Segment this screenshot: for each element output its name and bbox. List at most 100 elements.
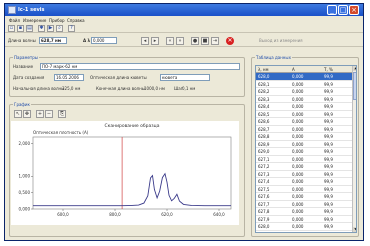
- table-body: 628,0 0,000 99,9 628,1 0,000 99,9 628,2 0,000 99…: [256, 73, 352, 231]
- stop-measurement-icon[interactable]: ✕: [226, 37, 234, 45]
- chart-title: Сканирование образца: [105, 123, 160, 129]
- cell-wavelength: 628,0: [258, 74, 270, 79]
- menu-file[interactable]: Файл: [9, 18, 20, 23]
- rewind-icon[interactable]: «: [166, 37, 174, 45]
- cell-transmittance: 99,9: [324, 164, 333, 169]
- table-row[interactable]: 627,2 0,000 99,9: [256, 163, 352, 171]
- column-wavelength[interactable]: λ, нм: [258, 67, 269, 72]
- menu-device[interactable]: Прибор: [49, 18, 65, 23]
- minimize-icon[interactable]: _: [327, 5, 337, 15]
- maximize-icon[interactable]: □: [338, 5, 348, 15]
- cell-absorbance: 0,000: [292, 141, 304, 147]
- table-row[interactable]: 628,0 0,000 99,9: [256, 223, 352, 231]
- table-row[interactable]: 627,1 0,000 99,9: [256, 156, 352, 163]
- table-row[interactable]: 627,8 0,000 99,9: [256, 208, 352, 216]
- open-icon[interactable]: ▫: [8, 25, 15, 32]
- delta-field[interactable]: 0,000: [91, 37, 117, 44]
- column-absorbance[interactable]: A: [292, 67, 295, 72]
- copy-icon[interactable]: ⎘: [58, 110, 66, 118]
- scroll-thumb[interactable]: [353, 72, 356, 100]
- cell-wavelength: 628,7: [258, 126, 270, 132]
- cell-transmittance: 99,9: [324, 74, 333, 79]
- cell-absorbance: 0,000: [292, 111, 304, 117]
- zoom-in-icon[interactable]: +: [36, 110, 44, 118]
- table-row[interactable]: 627,6 0,000 99,9: [256, 193, 352, 201]
- zoom-icon[interactable]: ⌕: [56, 25, 63, 32]
- help-icon[interactable]: ?: [68, 25, 75, 32]
- export-icon[interactable]: ⇥: [211, 37, 219, 45]
- table-row[interactable]: 629,0 0,000 99,9: [256, 148, 352, 156]
- cursor-icon[interactable]: ↖: [14, 110, 22, 118]
- step-back-icon[interactable]: ◂: [141, 37, 149, 45]
- fast-forward-icon[interactable]: »: [176, 37, 184, 45]
- step-value: 0,1 нм: [182, 86, 196, 91]
- menu-bar: Файл Измерение Прибор Справка: [5, 16, 363, 24]
- table-row[interactable]: 627,9 0,000 99,9: [256, 216, 352, 223]
- author-select[interactable]: кювета: [160, 74, 210, 81]
- menu-help[interactable]: Справка: [67, 18, 85, 23]
- table-row[interactable]: 627,5 0,000 99,9: [256, 186, 352, 193]
- wavelength-label: Длина волны: [8, 38, 36, 43]
- cell-transmittance: 99,9: [324, 179, 333, 184]
- start-wavelength-value: 325,0 нм: [62, 86, 81, 91]
- data-table: λ, нм A T, % 628,0 0,000 99,9 628,1 0,000 99,…: [255, 65, 357, 233]
- date-label: Дата создания: [13, 75, 45, 80]
- cell-absorbance: 0,000: [292, 179, 304, 184]
- date-field[interactable]: 16.05.2006: [54, 74, 84, 81]
- table-row[interactable]: 628,4 0,000 99,9: [256, 103, 352, 111]
- stop-square-icon[interactable]: ■: [201, 37, 209, 45]
- cell-wavelength: 628,1: [258, 81, 270, 87]
- close-icon[interactable]: ×: [349, 5, 359, 15]
- table-row[interactable]: 628,0 0,000 99,9: [256, 73, 352, 81]
- cell-wavelength: 628,8: [258, 134, 270, 139]
- cell-transmittance: 99,9: [324, 81, 333, 87]
- cell-wavelength: 627,3: [258, 171, 270, 177]
- table-row[interactable]: 628,9 0,000 99,9: [256, 141, 352, 148]
- table-row[interactable]: 628,3 0,000 99,9: [256, 96, 352, 103]
- save-icon[interactable]: ▪: [17, 25, 24, 32]
- x-tick-label: 600,0: [57, 212, 69, 217]
- print-icon[interactable]: ▤: [26, 25, 33, 32]
- table-row[interactable]: 627,4 0,000 99,9: [256, 178, 352, 186]
- settings-icon[interactable]: ✱: [38, 25, 45, 32]
- cell-transmittance: 99,9: [324, 224, 333, 229]
- sample-label: Название: [13, 64, 34, 69]
- menu-measurement[interactable]: Измерение: [23, 18, 46, 23]
- title-bar: Ic-1 sevis _ □ ×: [5, 4, 363, 16]
- cell-absorbance: 0,000: [292, 164, 304, 169]
- scroll-up-icon[interactable]: ▲: [353, 66, 356, 71]
- measure-icon[interactable]: ▶: [47, 25, 54, 32]
- table-row[interactable]: 628,2 0,000 99,9: [256, 88, 352, 96]
- zoom-out-icon[interactable]: −: [45, 110, 53, 118]
- record-icon[interactable]: ●: [191, 37, 199, 45]
- table-row[interactable]: 627,7 0,000 99,9: [256, 201, 352, 208]
- pan-icon[interactable]: ✥: [23, 110, 31, 118]
- table-row[interactable]: 628,7 0,000 99,9: [256, 126, 352, 133]
- table-title: Таблица данных: [255, 55, 292, 60]
- scroll-down-icon[interactable]: ▼: [353, 227, 356, 232]
- status-text: Выход из измерения: [259, 38, 303, 43]
- cell-absorbance: 0,000: [292, 171, 304, 177]
- cell-absorbance: 0,000: [292, 96, 304, 102]
- cell-absorbance: 0,000: [292, 89, 304, 94]
- column-transmittance[interactable]: T, %: [324, 67, 333, 72]
- cell-wavelength: 628,2: [258, 89, 270, 94]
- table-row[interactable]: 628,6 0,000 99,9: [256, 118, 352, 126]
- y-tick-label: 2,000: [19, 141, 31, 146]
- y-tick-label: 0,500: [19, 190, 31, 195]
- x-tick-label: 800,0: [109, 212, 121, 217]
- table-row[interactable]: 628,1 0,000 99,9: [256, 81, 352, 88]
- measurement-bar: Длина волны 628,7 нм Δ λ 0,000 ◂ ▸ « » ●…: [5, 34, 363, 47]
- table-row[interactable]: 627,3 0,000 99,9: [256, 171, 352, 178]
- table-row[interactable]: 628,8 0,000 99,9: [256, 133, 352, 141]
- cell-transmittance: 99,9: [324, 209, 333, 214]
- table-row[interactable]: 628,5 0,000 99,9: [256, 111, 352, 118]
- cell-wavelength: 627,7: [258, 201, 270, 207]
- cell-absorbance: 0,000: [292, 209, 304, 214]
- cell-transmittance: 99,9: [324, 149, 333, 154]
- wavelength-field[interactable]: 628,7 нм: [39, 37, 67, 44]
- sample-field[interactable]: ПО-7 марк-62 нм: [40, 63, 240, 70]
- table-scrollbar[interactable]: ▲ ▼: [352, 66, 356, 232]
- cell-wavelength: 628,5: [258, 111, 270, 117]
- step-forward-icon[interactable]: ▸: [151, 37, 159, 45]
